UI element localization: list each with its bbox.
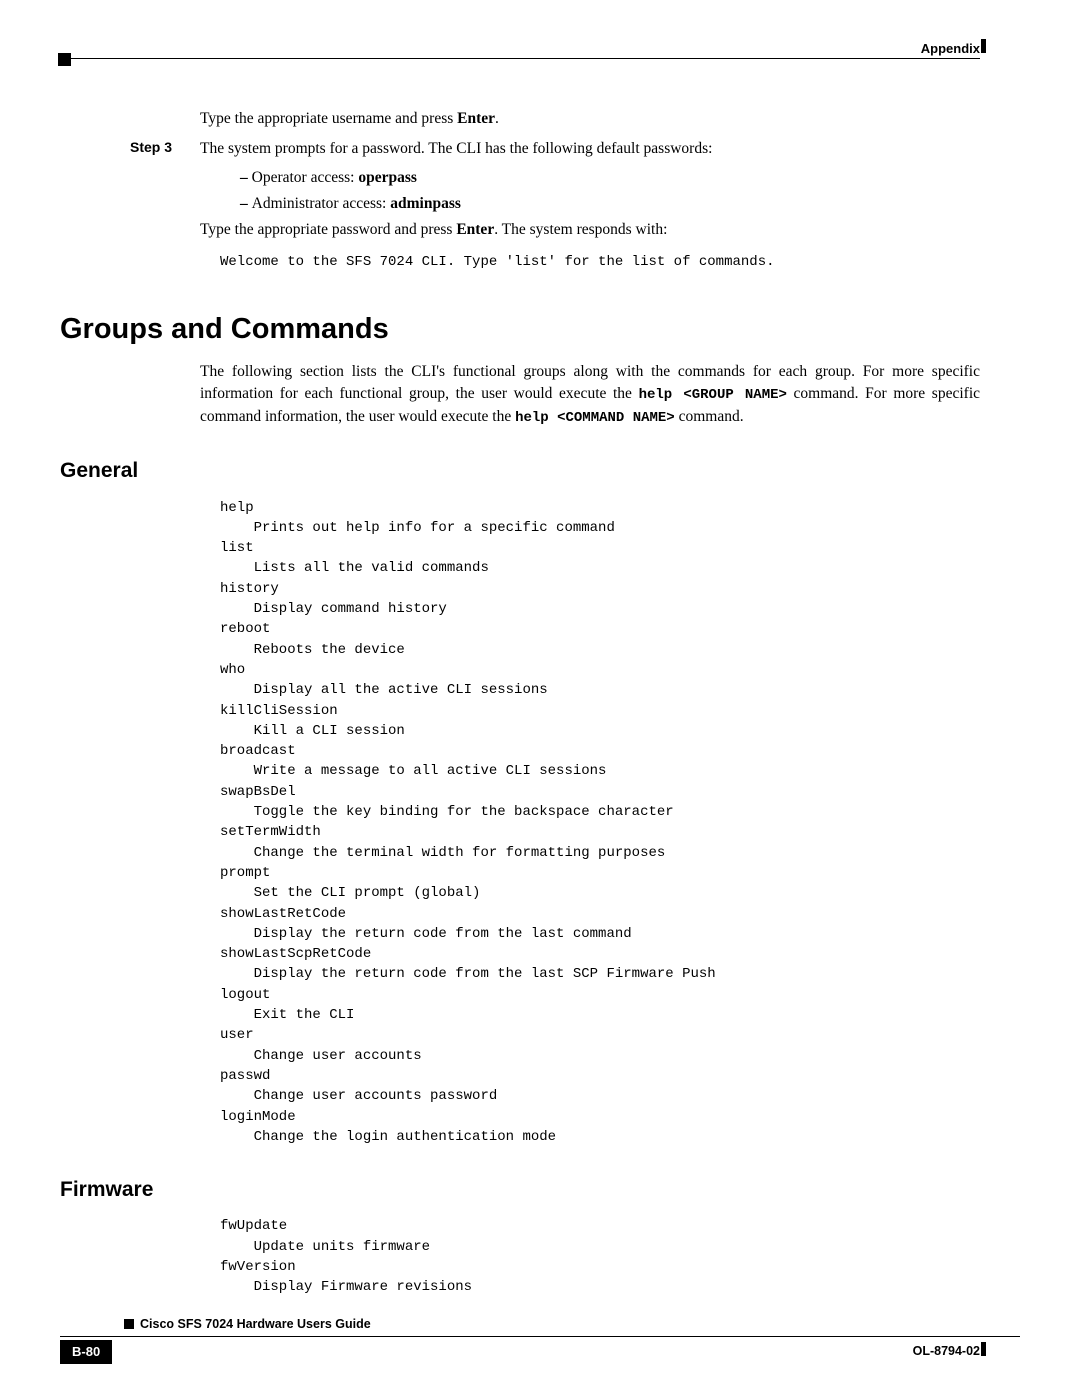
- bullet2-a: Administrator access:: [252, 195, 391, 212]
- step2-enter: Enter: [457, 110, 495, 127]
- step3-resp: Type the appropriate password and press …: [200, 219, 980, 241]
- welcome-code: Welcome to the SFS 7024 CLI. Type 'list'…: [220, 252, 980, 272]
- step3-line2-c: . The system responds with:: [494, 221, 667, 238]
- general-code: help Prints out help info for a specific…: [220, 498, 980, 1148]
- bullet2-b: adminpass: [390, 195, 461, 212]
- footer-title: Cisco SFS 7024 Hardware Users Guide: [140, 1316, 371, 1334]
- heading-firmware: Firmware: [60, 1175, 1020, 1204]
- step3-label: Step 3: [130, 138, 172, 158]
- firmware-code: fwUpdate Update units firmware fwVersion…: [220, 1216, 980, 1297]
- gp-b: help <GROUP NAME>: [639, 387, 787, 403]
- header-marker-bar: [981, 39, 986, 53]
- step3-intro: The system prompts for a password. The C…: [200, 138, 980, 160]
- step2-text: Type the appropriate username and press …: [200, 108, 980, 130]
- heading-groups-commands: Groups and Commands: [60, 309, 1020, 350]
- header-marker-square: [58, 53, 71, 66]
- gp-e: command.: [675, 408, 744, 425]
- appendix-label: Appendix: [921, 40, 980, 58]
- step2-pre: Type the appropriate username and press: [200, 110, 457, 127]
- bullet1-b: operpass: [358, 169, 417, 186]
- doc-id: OL-8794-02: [913, 1343, 980, 1361]
- heading-general: General: [60, 456, 1020, 485]
- bullet-operator: Operator access: operpass: [240, 167, 980, 189]
- footer-marker-square: [124, 1319, 134, 1329]
- step2-post: .: [495, 110, 499, 127]
- gp-d: help <COMMAND NAME>: [515, 410, 675, 426]
- page-number-tab: B-80: [60, 1340, 112, 1364]
- footer-marker-bar: [981, 1342, 986, 1356]
- step3-line2-b: Enter: [456, 221, 494, 238]
- groups-para: The following section lists the CLI's fu…: [200, 361, 980, 428]
- step3-line2-a: Type the appropriate password and press: [200, 221, 456, 238]
- header-rule: [60, 58, 980, 59]
- bullet-admin: Administrator access: adminpass: [240, 193, 980, 215]
- bullet1-a: Operator access:: [252, 169, 359, 186]
